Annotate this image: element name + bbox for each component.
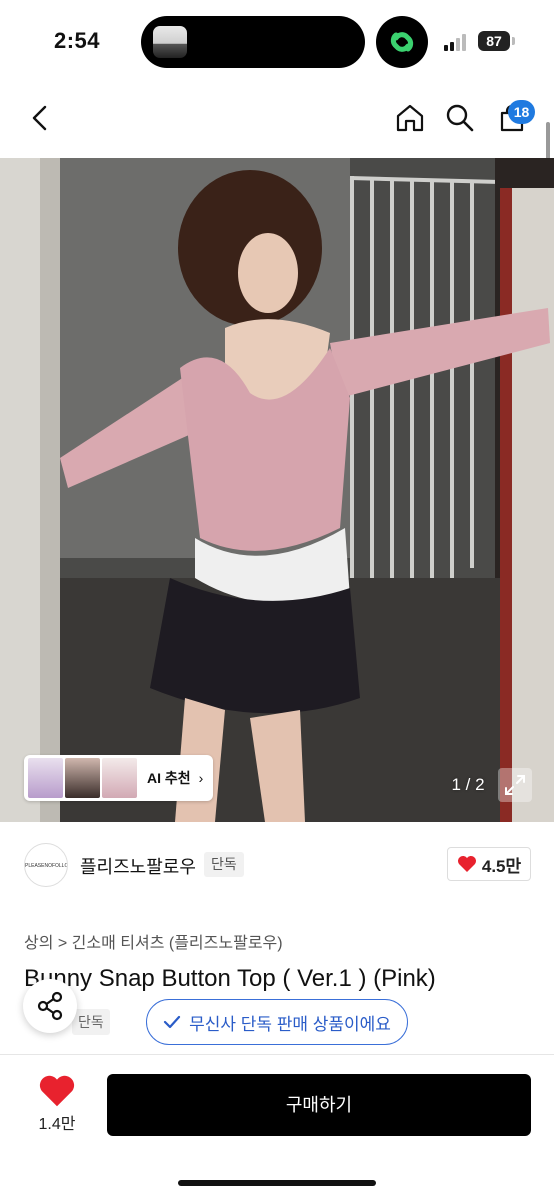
exclusive-info-pill[interactable]: 무신사 단독 판매 상품이에요: [146, 999, 408, 1045]
back-button[interactable]: [20, 98, 60, 138]
expand-icon: [505, 775, 525, 795]
brand-like-count: 4.5만: [481, 856, 522, 876]
brand-like-button[interactable]: 4.5만: [447, 847, 531, 881]
expand-image-button[interactable]: [498, 768, 532, 802]
status-time: 2:54: [54, 28, 101, 53]
brand-exclusive-badge: 단독: [204, 852, 244, 877]
heart-icon: [39, 1075, 75, 1107]
app-bar: [0, 84, 554, 158]
home-button[interactable]: [390, 98, 430, 138]
ai-recommend-label: AI 추천: [147, 770, 191, 786]
search-button[interactable]: [440, 98, 480, 138]
recommend-thumb-2: [65, 758, 100, 798]
heart-icon: [457, 856, 476, 872]
exclusive-info-text: 무신사 단독 판매 상품이에요: [189, 1014, 391, 1034]
home-icon: [396, 104, 424, 132]
status-bar: 2:54 87: [0, 0, 554, 84]
like-button[interactable]: [38, 1073, 76, 1109]
image-page-indicator: 1 / 2: [451, 775, 485, 794]
link-app-icon: [376, 16, 428, 68]
search-icon: [446, 104, 474, 132]
share-icon: [37, 991, 63, 1021]
dynamic-island: [141, 16, 365, 68]
brand-name[interactable]: 플리즈노팔로우: [80, 853, 196, 879]
like-count: 1.4만: [38, 1116, 76, 1133]
recommend-thumb-1: [28, 758, 63, 798]
home-indicator: [178, 1180, 376, 1186]
product-title: Bunny Snap Button Top ( Ver.1 ) (Pink): [24, 965, 436, 992]
cart-count-badge: 18: [508, 100, 535, 124]
buy-button[interactable]: 구매하기: [107, 1074, 531, 1136]
brand-logo[interactable]: PLEASENOFOLLOW: [24, 843, 68, 887]
chevron-right-icon: ›: [198, 770, 204, 786]
share-button[interactable]: [23, 979, 77, 1033]
chevron-left-icon: [32, 105, 47, 131]
category-breadcrumb[interactable]: 상의 > 긴소매 티셔츠 (플리즈노팔로우): [24, 929, 283, 953]
exclusive-tag: 단독: [72, 1009, 110, 1035]
signal-icon: [444, 33, 470, 51]
ai-recommend-button[interactable]: AI 추천 ›: [24, 755, 213, 801]
recommend-thumb-3: [102, 758, 137, 798]
brand-row: PLEASENOFOLLOW 플리즈노팔로우 단독 4.5만: [0, 822, 554, 906]
now-playing-thumbnail: [153, 26, 187, 58]
check-icon: [163, 1015, 181, 1029]
product-image[interactable]: [0, 158, 554, 822]
bottom-action-bar: 1.4만 구매하기: [0, 1054, 554, 1200]
battery-tip: [512, 37, 515, 45]
battery-icon: 87: [478, 31, 510, 51]
